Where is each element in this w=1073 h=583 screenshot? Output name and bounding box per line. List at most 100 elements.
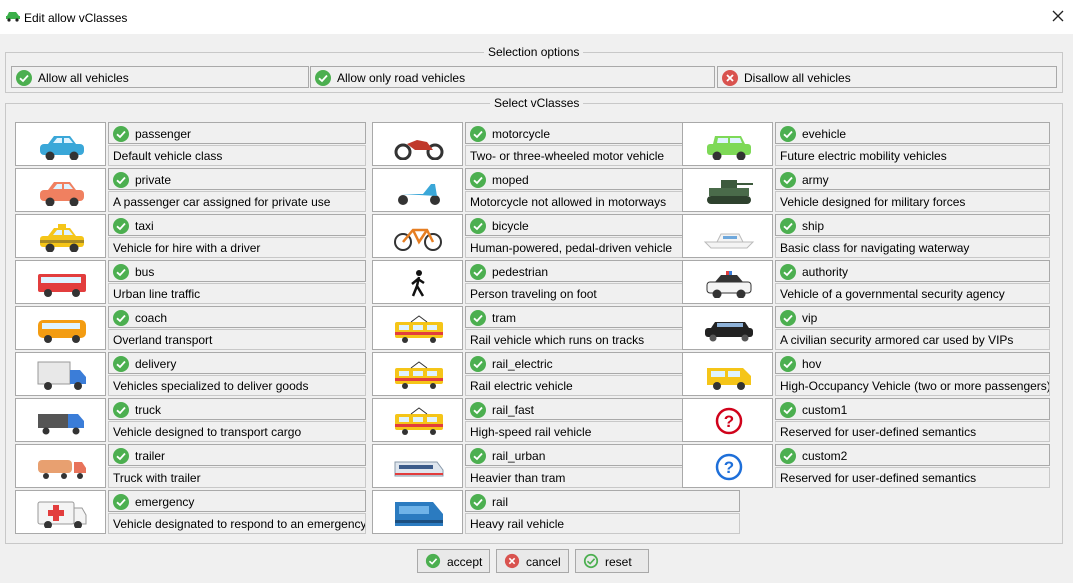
allow-road-label: Allow only road vehicles <box>337 71 466 85</box>
accept-button[interactable]: accept <box>417 549 490 573</box>
vclass-icon-box <box>682 260 773 304</box>
check-icon <box>780 126 796 142</box>
vclass-toggle-button[interactable]: delivery <box>108 352 366 374</box>
vclass-name: tram <box>492 311 516 325</box>
vclass-ship: ship Basic class for navigating waterway <box>682 214 1050 260</box>
vclass-icon-box <box>15 122 106 166</box>
vclass-icon-box <box>372 260 463 304</box>
vclass-icon-box <box>372 168 463 212</box>
vclass-name: coach <box>135 311 168 325</box>
vclass-description: Default vehicle class <box>108 145 366 166</box>
vclass-toggle-button[interactable]: truck <box>108 398 366 420</box>
bus-icon <box>38 274 86 297</box>
vclass-icon-box <box>15 306 106 350</box>
vclass-name: motorcycle <box>492 127 551 141</box>
check-icon <box>315 70 331 86</box>
vclass-toggle-button[interactable]: evehicle <box>775 122 1050 144</box>
vclass-toggle-button[interactable]: ship <box>775 214 1050 236</box>
moped-icon <box>398 184 440 205</box>
vclass-description: Vehicle for hire with a driver <box>108 237 366 258</box>
vclass-toggle-button[interactable]: emergency <box>108 490 366 512</box>
disallow-all-button[interactable]: Disallow all vehicles <box>717 66 1057 88</box>
vclass-toggle-button[interactable]: custom1 <box>775 398 1050 420</box>
vclass-toggle-button[interactable]: custom2 <box>775 444 1050 466</box>
vclass-icon-box <box>15 260 106 304</box>
limousine-icon <box>705 322 753 342</box>
close-icon[interactable] <box>1046 4 1070 28</box>
vclass-name: emergency <box>135 495 195 509</box>
vclass-tram: tram Rail vehicle which runs on tracks <box>372 306 740 352</box>
question-red-icon: ? <box>715 407 743 435</box>
bicycle-icon <box>394 228 442 251</box>
vclass-taxi: taxi Vehicle for hire with a driver <box>15 214 370 260</box>
vclass-toggle-button[interactable]: passenger <box>108 122 366 144</box>
vclass-name: army <box>802 173 829 187</box>
check-icon <box>470 448 486 464</box>
check-icon <box>780 310 796 326</box>
vclass-toggle-button[interactable]: trailer <box>108 444 366 466</box>
vclass-icon-box <box>15 214 106 258</box>
vclass-name: rail_urban <box>492 449 546 463</box>
vclass-name: custom2 <box>802 449 848 463</box>
check-icon <box>113 448 129 464</box>
vclass-icon-box <box>682 214 773 258</box>
vclass-bus: bus Urban line traffic <box>15 260 370 306</box>
vclass-authority: authority Vehicle of a governmental secur… <box>682 260 1050 306</box>
vclass-name: private <box>135 173 172 187</box>
vclass-description: Future electric mobility vehicles <box>775 145 1050 166</box>
check-icon <box>780 356 796 372</box>
vclass-icon-box <box>372 122 463 166</box>
car-app-icon <box>6 12 20 22</box>
svg-text:?: ? <box>724 458 734 477</box>
vclass-toggle-button[interactable]: vip <box>775 306 1050 328</box>
vclass-truck: truck Vehicle designed to transport cargo <box>15 398 370 444</box>
vclass-name: evehicle <box>802 127 847 141</box>
vclass-icon-box <box>372 398 463 442</box>
car-icon <box>40 182 84 206</box>
vclass-private: private A passenger car assigned for priv… <box>15 168 370 214</box>
allow-all-button[interactable]: Allow all vehicles <box>11 66 309 88</box>
cross-icon <box>504 553 520 569</box>
vclass-toggle-button[interactable]: bus <box>108 260 366 282</box>
vclass-custom1: ? custom1 Reserved for user-defined semant… <box>682 398 1050 444</box>
window-title: Edit allow vClasses <box>24 11 128 25</box>
vclass-delivery: delivery Vehicles specialized to deliver … <box>15 352 370 398</box>
vclass-description: Basic class for navigating waterway <box>775 237 1050 258</box>
trailer-truck-icon <box>38 460 86 479</box>
vclass-name: hov <box>802 357 822 371</box>
vclass-toggle-button[interactable]: authority <box>775 260 1050 282</box>
vclass-name: truck <box>135 403 162 417</box>
vclass-description: Vehicle of a governmental security agenc… <box>775 283 1050 304</box>
check-icon <box>425 553 441 569</box>
cancel-label: cancel <box>526 555 561 569</box>
reset-button[interactable]: reset <box>575 549 649 573</box>
vclass-name: ship <box>802 219 825 233</box>
tank-icon <box>707 180 753 204</box>
vclass-toggle-button[interactable]: taxi <box>108 214 366 236</box>
vclass-description: Reserved for user-defined semantics <box>775 467 1050 488</box>
vclass-toggle-button[interactable]: hov <box>775 352 1050 374</box>
vclass-toggle-button[interactable]: rail <box>465 490 740 512</box>
check-icon <box>470 218 486 234</box>
check-icon <box>470 264 486 280</box>
vclass-toggle-button[interactable]: coach <box>108 306 366 328</box>
svg-text:?: ? <box>724 412 734 431</box>
vclass-icon-box <box>15 352 106 396</box>
delivery-truck-icon <box>37 361 86 390</box>
check-icon <box>113 218 129 234</box>
question-blue-icon: ? <box>715 453 743 481</box>
motorcycle-icon <box>394 140 444 160</box>
selection-options-group: Selection options Allow all vehicles All… <box>5 45 1063 93</box>
check-icon <box>470 172 486 188</box>
electric-car-icon <box>707 136 751 160</box>
vclass-description: Urban line traffic <box>108 283 366 304</box>
vclass-army: army Vehicle designed for military forces <box>682 168 1050 214</box>
check-icon <box>470 494 486 510</box>
vclass-toggle-button[interactable]: army <box>775 168 1050 190</box>
car-icon <box>40 136 84 160</box>
vclass-icon-box <box>682 168 773 212</box>
cancel-button[interactable]: cancel <box>496 549 569 573</box>
check-icon <box>470 402 486 418</box>
vclass-toggle-button[interactable]: private <box>108 168 366 190</box>
allow-road-button[interactable]: Allow only road vehicles <box>310 66 715 88</box>
